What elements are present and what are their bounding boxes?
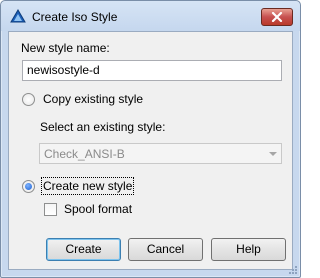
spool-format-checkbox[interactable] xyxy=(44,203,57,216)
spool-format-label[interactable]: Spool format xyxy=(64,202,132,216)
copy-existing-radio[interactable] xyxy=(22,93,35,106)
create-new-label[interactable]: Create new style xyxy=(40,177,135,195)
title-bar[interactable]: Create Iso Style xyxy=(1,1,300,31)
style-name-input[interactable]: newisostyle-d xyxy=(22,60,282,81)
help-button[interactable]: Help xyxy=(211,238,286,261)
dialog-body: New style name: newisostyle-d Copy exist… xyxy=(8,31,293,270)
iso-style-icon xyxy=(10,9,26,23)
chevron-down-icon[interactable] xyxy=(269,152,277,156)
create-button[interactable]: Create xyxy=(46,238,121,261)
cancel-button[interactable]: Cancel xyxy=(128,238,203,261)
window-title: Create Iso Style xyxy=(32,10,118,24)
style-name-label: New style name: xyxy=(21,41,110,55)
existing-style-select[interactable]: Check_ANSI-B xyxy=(39,143,282,164)
resize-grip-icon[interactable] xyxy=(288,265,298,275)
copy-existing-label[interactable]: Copy existing style xyxy=(43,92,143,106)
create-new-radio[interactable] xyxy=(22,180,35,193)
select-existing-label: Select an existing style: xyxy=(40,120,166,134)
close-button[interactable] xyxy=(261,8,293,26)
existing-style-value: Check_ANSI-B xyxy=(44,147,125,161)
dialog-window: Create Iso Style New style name: newisos… xyxy=(0,0,301,278)
close-icon xyxy=(271,12,283,22)
